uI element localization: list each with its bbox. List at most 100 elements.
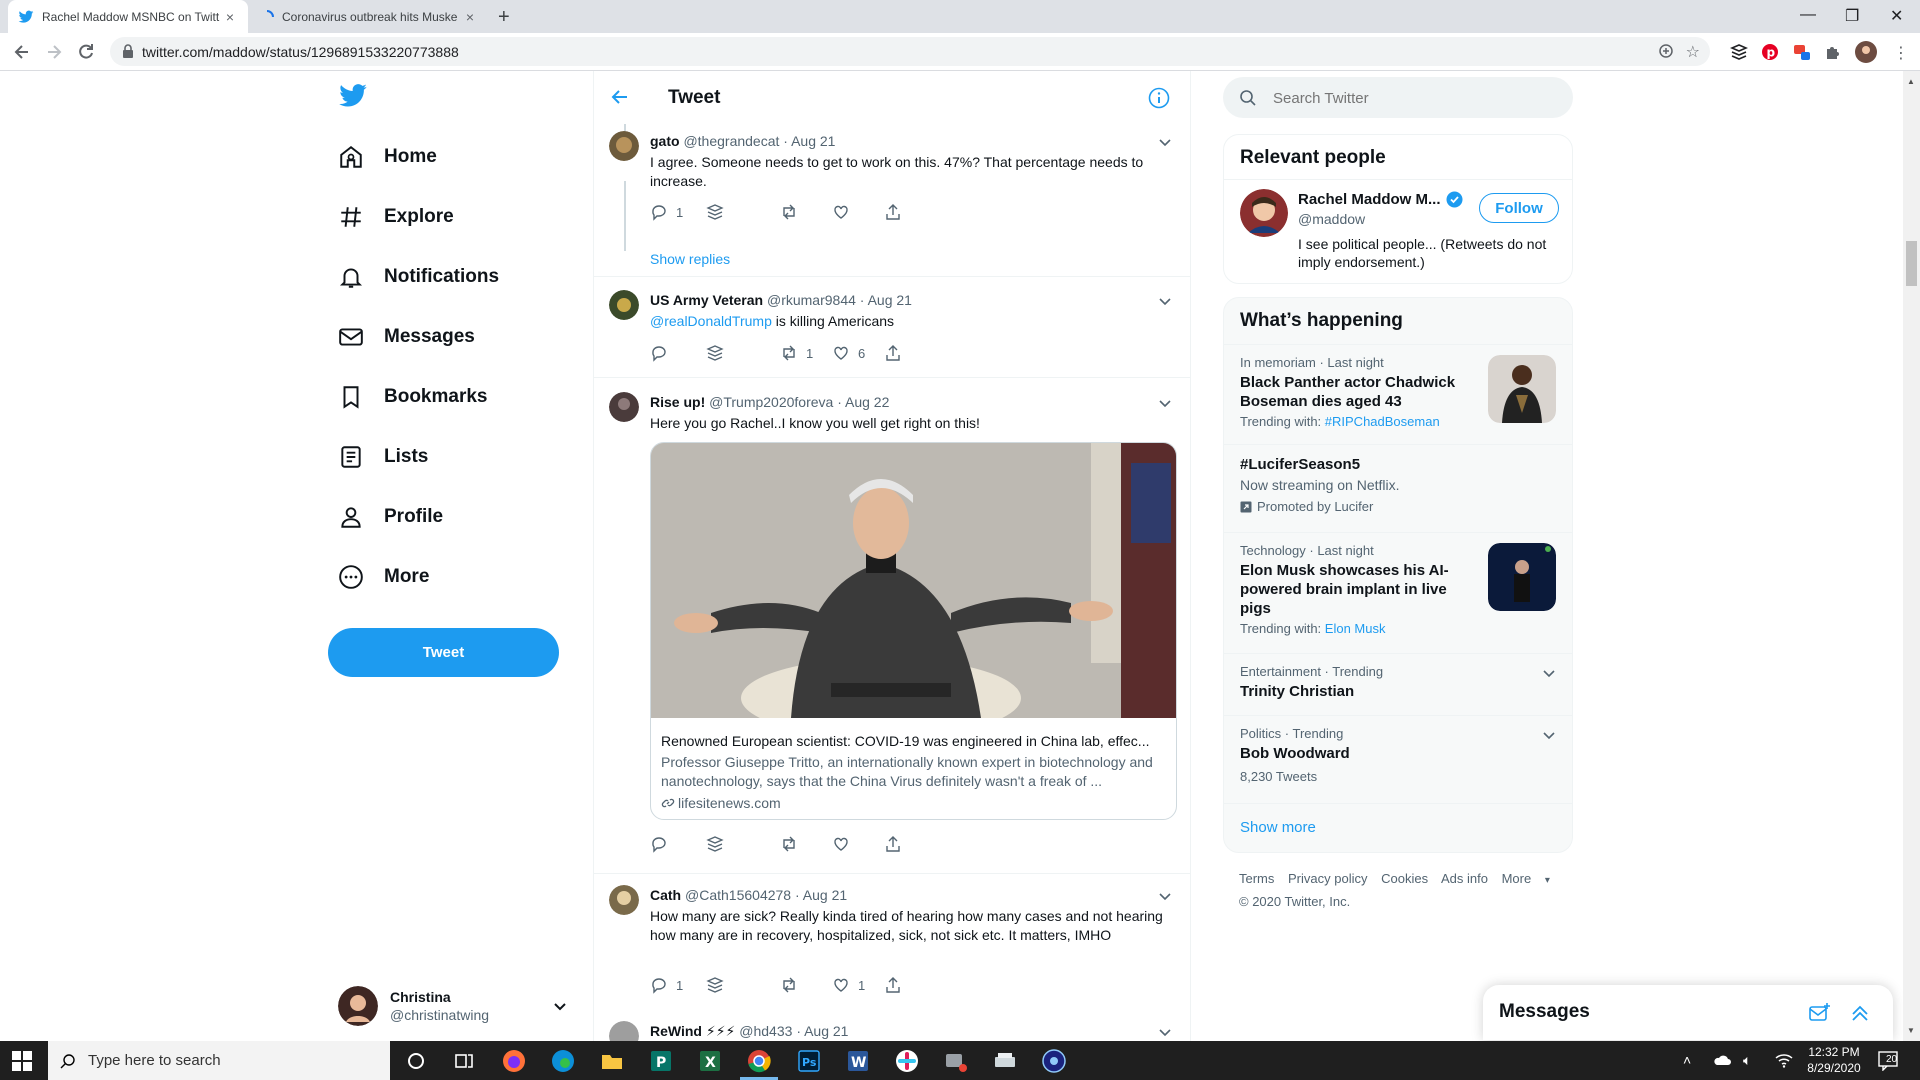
tab-coronavirus[interactable]: Coronavirus outbreak hits Muske × bbox=[250, 0, 488, 33]
scroll-up-arrow-icon[interactable]: ▲ bbox=[1907, 77, 1915, 86]
show-more-link[interactable]: Show more bbox=[1240, 819, 1556, 836]
retweet-button[interactable] bbox=[780, 835, 806, 853]
trend-link[interactable]: Elon Musk bbox=[1325, 621, 1386, 636]
chevron-down-icon[interactable] bbox=[1158, 889, 1172, 903]
retweet-button[interactable] bbox=[780, 976, 806, 994]
nav-notifications[interactable]: Notifications bbox=[338, 257, 499, 297]
footer-link-cookies[interactable]: Cookies bbox=[1381, 871, 1428, 886]
reply-button[interactable]: 1 bbox=[650, 976, 683, 994]
tab-rachel-maddow[interactable]: Rachel Maddow MSNBC on Twitt × bbox=[8, 0, 248, 33]
reply-tweet[interactable]: Rise up! @Trump2020foreva · Aug 22 Here … bbox=[594, 392, 1190, 942]
relevant-person-handle[interactable]: @maddow bbox=[1298, 211, 1365, 227]
back-button[interactable] bbox=[12, 42, 32, 62]
star-bookmark-icon[interactable]: ☆ bbox=[1686, 42, 1700, 62]
chevron-down-icon[interactable] bbox=[1158, 135, 1172, 149]
extension-badge-icon[interactable] bbox=[1793, 43, 1811, 61]
relevant-person-name[interactable]: Rachel Maddow M... bbox=[1298, 191, 1441, 208]
like-button[interactable] bbox=[832, 835, 858, 853]
twitter-logo-icon[interactable] bbox=[338, 81, 368, 111]
show-replies-link[interactable]: Show replies bbox=[650, 251, 730, 267]
reply-tweet[interactable]: gato @thegrandecat · Aug 21 I agree. Som… bbox=[594, 131, 1190, 281]
tweet-author-handle[interactable]: @Trump2020foreva bbox=[709, 394, 833, 410]
photoshop-icon[interactable]: Ps bbox=[795, 1047, 823, 1075]
slack-icon[interactable] bbox=[893, 1047, 921, 1075]
footer-link-ads-info[interactable]: Ads info bbox=[1441, 871, 1488, 886]
tweet-author-handle[interactable]: @hd433 bbox=[739, 1023, 792, 1039]
tweet-button[interactable]: Tweet bbox=[328, 628, 559, 677]
layers-button[interactable] bbox=[706, 203, 732, 221]
tweet-date[interactable]: · Aug 22 bbox=[837, 394, 889, 410]
retweet-button[interactable] bbox=[780, 203, 806, 221]
media-app-icon[interactable] bbox=[1040, 1047, 1068, 1075]
search-input[interactable] bbox=[1273, 87, 1553, 109]
relevant-person-avatar[interactable] bbox=[1240, 189, 1288, 237]
tweet-author-name[interactable]: Rise up! bbox=[650, 394, 705, 410]
tweet-author-name[interactable]: Cath bbox=[650, 887, 681, 903]
webcam-app-icon[interactable] bbox=[942, 1047, 970, 1075]
zoom-icon[interactable] bbox=[1658, 43, 1674, 59]
nav-messages[interactable]: Messages bbox=[338, 317, 475, 357]
chevron-down-icon[interactable] bbox=[1542, 666, 1556, 680]
excel-icon[interactable]: X bbox=[696, 1047, 724, 1075]
reply-tweet[interactable]: US Army Veteran @rkumar9844 · Aug 21 @re… bbox=[594, 290, 1190, 380]
reply-button[interactable] bbox=[650, 344, 676, 362]
layers-button[interactable] bbox=[706, 835, 732, 853]
account-switcher[interactable]: Christina @christinatwing bbox=[338, 981, 568, 1031]
tweet-author-handle[interactable]: @rkumar9844 bbox=[767, 292, 856, 308]
tweet-date[interactable]: · Aug 21 bbox=[796, 1023, 848, 1039]
messages-drawer[interactable]: Messages bbox=[1483, 985, 1893, 1040]
link-card[interactable]: Renowned European scientist: COVID-19 wa… bbox=[650, 442, 1177, 820]
wifi-icon[interactable] bbox=[1775, 1052, 1793, 1068]
chrome-icon[interactable] bbox=[745, 1047, 773, 1075]
publisher-icon[interactable]: P bbox=[647, 1047, 675, 1075]
follow-button[interactable]: Follow bbox=[1479, 193, 1559, 223]
tweet-date[interactable]: · Aug 21 bbox=[795, 887, 847, 903]
footer-link-privacy[interactable]: Privacy policy bbox=[1288, 871, 1367, 886]
volume-icon[interactable]: 🔈︎ bbox=[1743, 1052, 1751, 1069]
edge-icon[interactable] bbox=[549, 1047, 577, 1075]
trend-item[interactable]: In memoriam · Last night Black Panther a… bbox=[1224, 344, 1572, 444]
reply-tweet[interactable]: Cath @Cath15604278 · Aug 21 How many are… bbox=[594, 885, 1190, 995]
close-tab-icon[interactable]: × bbox=[462, 9, 478, 25]
footer-link-terms[interactable]: Terms bbox=[1239, 871, 1274, 886]
page-scrollbar[interactable]: ▲ ▼ bbox=[1903, 71, 1920, 1041]
tweet-author-handle[interactable]: @thegrandecat bbox=[683, 133, 779, 149]
tweet-date[interactable]: · Aug 21 bbox=[783, 133, 835, 149]
chevron-down-icon[interactable] bbox=[1158, 396, 1172, 410]
word-icon[interactable]: W bbox=[844, 1047, 872, 1075]
windows-start-icon[interactable] bbox=[12, 1051, 32, 1071]
chevron-down-icon[interactable] bbox=[1158, 1025, 1172, 1039]
chevron-down-icon[interactable] bbox=[1542, 728, 1556, 742]
like-button[interactable]: 6 bbox=[832, 344, 865, 362]
share-button[interactable] bbox=[884, 203, 910, 221]
chevron-double-up-icon[interactable] bbox=[1849, 1002, 1871, 1024]
share-button[interactable] bbox=[884, 976, 910, 994]
trend-item[interactable]: #LuciferSeason5 Now streaming on Netflix… bbox=[1224, 444, 1572, 532]
like-button[interactable] bbox=[832, 203, 858, 221]
buffer-extension-icon[interactable] bbox=[1730, 43, 1748, 61]
action-center-icon[interactable]: 20 bbox=[1878, 1051, 1900, 1071]
tweet-author-handle[interactable]: @Cath15604278 bbox=[685, 887, 791, 903]
layers-button[interactable] bbox=[706, 976, 732, 994]
back-arrow-icon[interactable] bbox=[610, 87, 630, 107]
close-tab-icon[interactable]: × bbox=[222, 9, 238, 25]
nav-lists[interactable]: Lists bbox=[338, 437, 428, 477]
file-explorer-icon[interactable] bbox=[598, 1047, 626, 1075]
new-message-icon[interactable] bbox=[1809, 1002, 1831, 1024]
layers-button[interactable] bbox=[706, 344, 732, 362]
profile-avatar-icon[interactable] bbox=[1855, 41, 1877, 63]
pinterest-extension-icon[interactable]: p bbox=[1761, 43, 1779, 61]
minimize-button[interactable]: — bbox=[1800, 6, 1816, 24]
info-icon[interactable] bbox=[1148, 87, 1170, 109]
scanner-app-icon[interactable] bbox=[991, 1047, 1019, 1075]
reply-button[interactable] bbox=[650, 835, 676, 853]
tweet-author-name[interactable]: gato bbox=[650, 133, 680, 149]
trend-item[interactable]: Politics · Trending Bob Woodward 8,230 T… bbox=[1224, 715, 1572, 803]
puzzle-extensions-icon[interactable] bbox=[1824, 43, 1842, 61]
tweet-author-name[interactable]: US Army Veteran bbox=[650, 292, 763, 308]
close-window-button[interactable]: ✕ bbox=[1890, 6, 1903, 26]
tweet-date[interactable]: · Aug 21 bbox=[860, 292, 912, 308]
like-button[interactable]: 1 bbox=[832, 976, 865, 994]
nav-home[interactable]: Home bbox=[338, 137, 437, 177]
trend-item[interactable]: Entertainment · Trending Trinity Christi… bbox=[1224, 653, 1572, 715]
